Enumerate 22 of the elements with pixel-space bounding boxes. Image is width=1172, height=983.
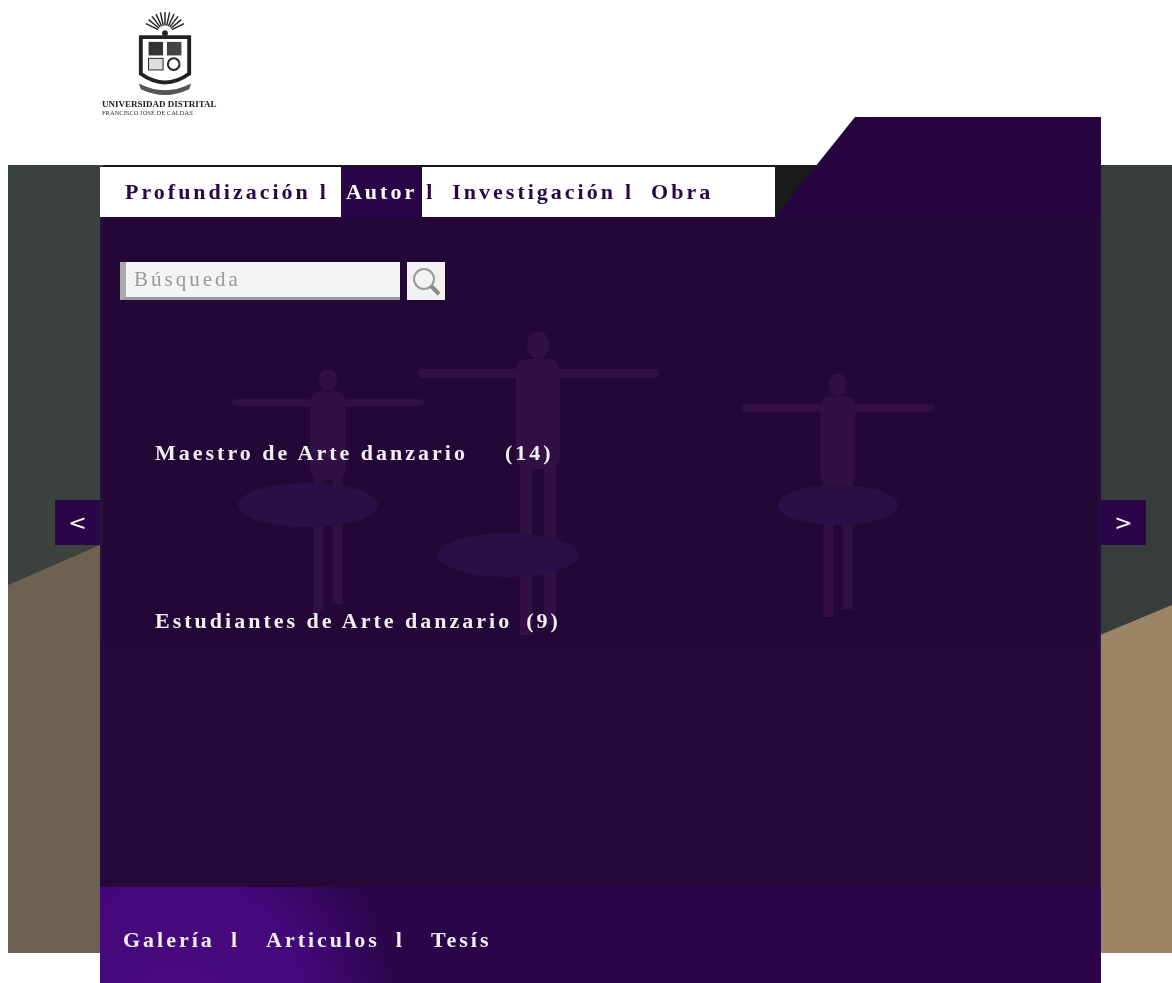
- nav-tab[interactable]: Obra: [646, 167, 719, 217]
- footer-link[interactable]: Tesís: [430, 927, 492, 953]
- search-icon: [411, 266, 441, 296]
- nav-tab[interactable]: Profundización: [120, 167, 316, 217]
- logo-title: UNIVERSIDAD DISTRITAL: [102, 99, 217, 109]
- tab-separator: l: [624, 178, 636, 206]
- previous-button[interactable]: <: [55, 500, 100, 545]
- footer-link[interactable]: Galería: [123, 927, 215, 953]
- category-count: (9): [526, 608, 562, 634]
- link-separator: l: [394, 927, 406, 953]
- nav-tab[interactable]: Investigación: [447, 167, 621, 217]
- category-link[interactable]: Estudiantes de Arte danzario: [155, 608, 513, 634]
- category-link[interactable]: Maestro de Arte danzario: [155, 440, 468, 466]
- search-button[interactable]: [407, 262, 445, 300]
- footer-link[interactable]: Articulos: [266, 927, 380, 953]
- search-field[interactable]: Búsqueda: [120, 262, 400, 300]
- link-separator: l: [229, 927, 241, 953]
- tab-separator: l: [425, 178, 437, 206]
- category-count: (14): [505, 440, 555, 466]
- next-button[interactable]: >: [1101, 500, 1146, 545]
- nav-tab[interactable]: Autor: [340, 167, 423, 217]
- tab-separator: l: [318, 178, 330, 206]
